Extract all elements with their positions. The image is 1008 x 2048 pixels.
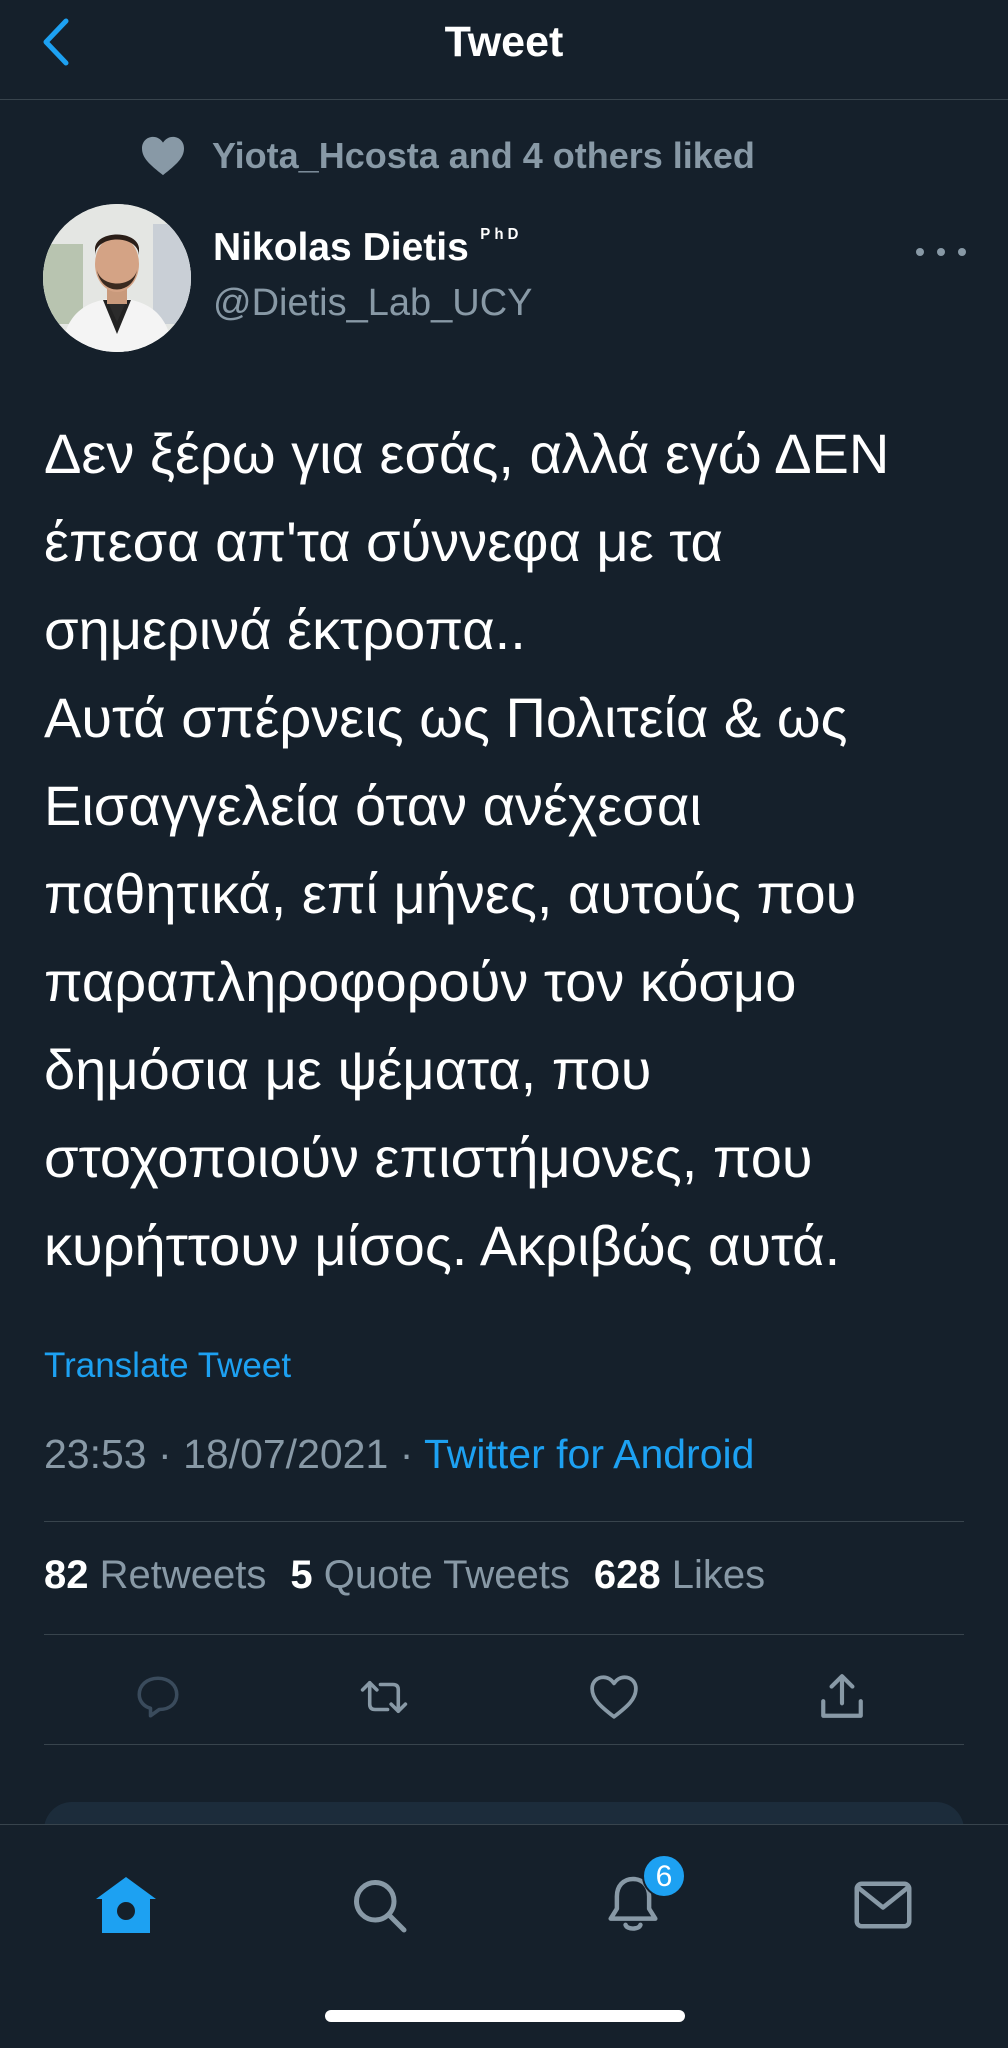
avatar[interactable] — [43, 204, 191, 352]
notifications-badge: 6 — [642, 1854, 686, 1898]
search-icon — [354, 1880, 407, 1933]
tweet-line: Αυτά σπέρνεις ως Πολιτεία & ως — [44, 686, 848, 749]
tweet-stats: 82 Retweets 5 Quote Tweets 628 Likes — [44, 1553, 765, 1598]
retweets-count: 82 — [44, 1553, 89, 1597]
tab-search[interactable] — [347, 1873, 411, 1937]
social-context[interactable]: Yiota_Hcosta and 4 others liked — [140, 130, 755, 182]
tweet-line: Δεν ξέρω για εσάς, αλλά εγώ ΔΕΝ — [44, 422, 890, 485]
social-context-text: Yiota_Hcosta and 4 others liked — [212, 135, 755, 176]
tweet-metadata: 23:53 · 18/07/2021 · Twitter for Android — [44, 1431, 754, 1478]
meta-separator: · — [158, 1431, 172, 1477]
tweet-time: 23:53 — [44, 1431, 147, 1477]
retweet-button[interactable] — [359, 1672, 409, 1722]
quote-tweets-stat[interactable]: 5 Quote Tweets — [290, 1553, 569, 1598]
more-options-button[interactable] — [916, 232, 966, 272]
tweet-date: 18/07/2021 — [183, 1431, 389, 1477]
share-button[interactable] — [817, 1672, 867, 1722]
page-title: Tweet — [444, 18, 564, 66]
more-icon — [916, 248, 924, 256]
more-icon-dot — [958, 248, 966, 256]
retweets-stat[interactable]: 82 Retweets — [44, 1553, 266, 1598]
tweet-line: έπεσα απ'τα σύννεφα με τα — [44, 510, 723, 573]
avatar-photo — [43, 204, 191, 352]
tweet-line: κυρήττουν μίσος. Ακριβώς αυτά. — [44, 1214, 841, 1277]
divider — [44, 1521, 964, 1522]
meta-separator: · — [399, 1431, 414, 1477]
retweets-label: Retweets — [99, 1553, 267, 1597]
tweet-line: σημερινά έκτροπα.. — [44, 598, 526, 661]
tweet-line: δημόσια με ψέματα, που — [44, 1038, 652, 1101]
likes-stat[interactable]: 628 Likes — [594, 1553, 765, 1598]
heart-icon — [590, 1675, 638, 1719]
divider — [44, 1744, 964, 1745]
tweet-line: Εισαγγελεία όταν ανέχεσαι — [44, 774, 702, 837]
tweet-actions — [44, 1660, 964, 1730]
like-button[interactable] — [589, 1672, 639, 1722]
tweet-text: Δεν ξέρω για εσάς, αλλά εγώ ΔΕΝ έπεσα απ… — [44, 410, 974, 1290]
share-icon — [821, 1674, 863, 1718]
author-name[interactable]: Nikolas Dietis ᴾʰᴰ — [213, 224, 524, 270]
retweet-icon — [360, 1680, 408, 1714]
tab-messages[interactable] — [851, 1873, 915, 1937]
reply-icon — [137, 1676, 179, 1718]
top-bar: Tweet — [0, 0, 1008, 100]
author-handle[interactable]: @Dietis_Lab_UCY — [213, 282, 533, 325]
reply-button[interactable] — [133, 1672, 183, 1722]
quote-tweets-count: 5 — [290, 1553, 313, 1597]
author-name-text: Nikolas Dietis — [213, 226, 469, 269]
home-indicator — [325, 2010, 685, 2022]
home-icon — [96, 1877, 156, 1933]
quote-tweets-label: Quote Tweets — [323, 1553, 570, 1597]
tweet-line: στοχοποιούν επιστήμονες, που — [44, 1126, 813, 1189]
mail-icon — [854, 1881, 912, 1929]
tweet-line: παθητικά, επί μήνες, αυτούς που — [44, 862, 857, 925]
author-name-suffix: ᴾʰᴰ — [480, 224, 524, 249]
tweet-line: παραπληροφορούν τον κόσμο — [44, 950, 797, 1013]
heart-icon — [142, 136, 184, 176]
more-icon-dot — [937, 248, 945, 256]
likes-label: Likes — [671, 1553, 766, 1597]
likes-count: 628 — [593, 1553, 661, 1597]
tweet-source-link[interactable]: Twitter for Android — [424, 1431, 754, 1477]
tab-home[interactable] — [94, 1873, 158, 1937]
divider — [44, 1634, 964, 1635]
translate-tweet-link[interactable]: Translate Tweet — [44, 1346, 291, 1386]
